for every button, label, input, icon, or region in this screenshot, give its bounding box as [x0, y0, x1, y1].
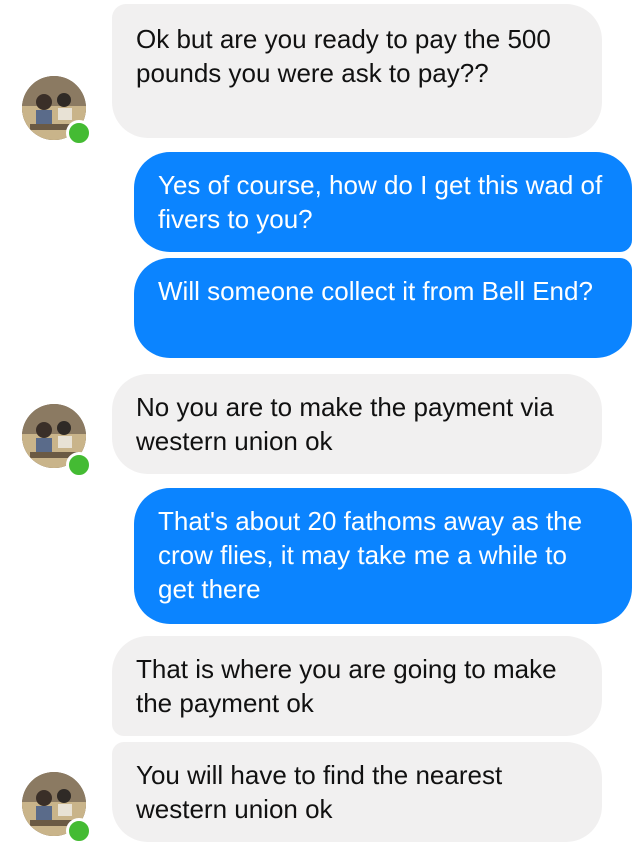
outgoing-message[interactable]: Yes of course, how do I get this wad of …	[134, 152, 632, 252]
incoming-message[interactable]: No you are to make the payment via weste…	[112, 374, 602, 474]
outgoing-message[interactable]: That's about 20 fathoms away as the crow…	[134, 488, 632, 624]
outgoing-message[interactable]: Will someone collect it from Bell End?	[134, 258, 632, 358]
incoming-message[interactable]: Ok but are you ready to pay the 500 poun…	[112, 4, 602, 138]
incoming-message[interactable]: You will have to find the nearest wester…	[112, 742, 602, 842]
chat-thread: Ok but are you ready to pay the 500 poun…	[0, 0, 640, 848]
incoming-message[interactable]: That is where you are going to make the …	[112, 636, 602, 736]
online-status-icon	[66, 818, 92, 844]
online-status-icon	[66, 452, 92, 478]
online-status-icon	[66, 120, 92, 146]
